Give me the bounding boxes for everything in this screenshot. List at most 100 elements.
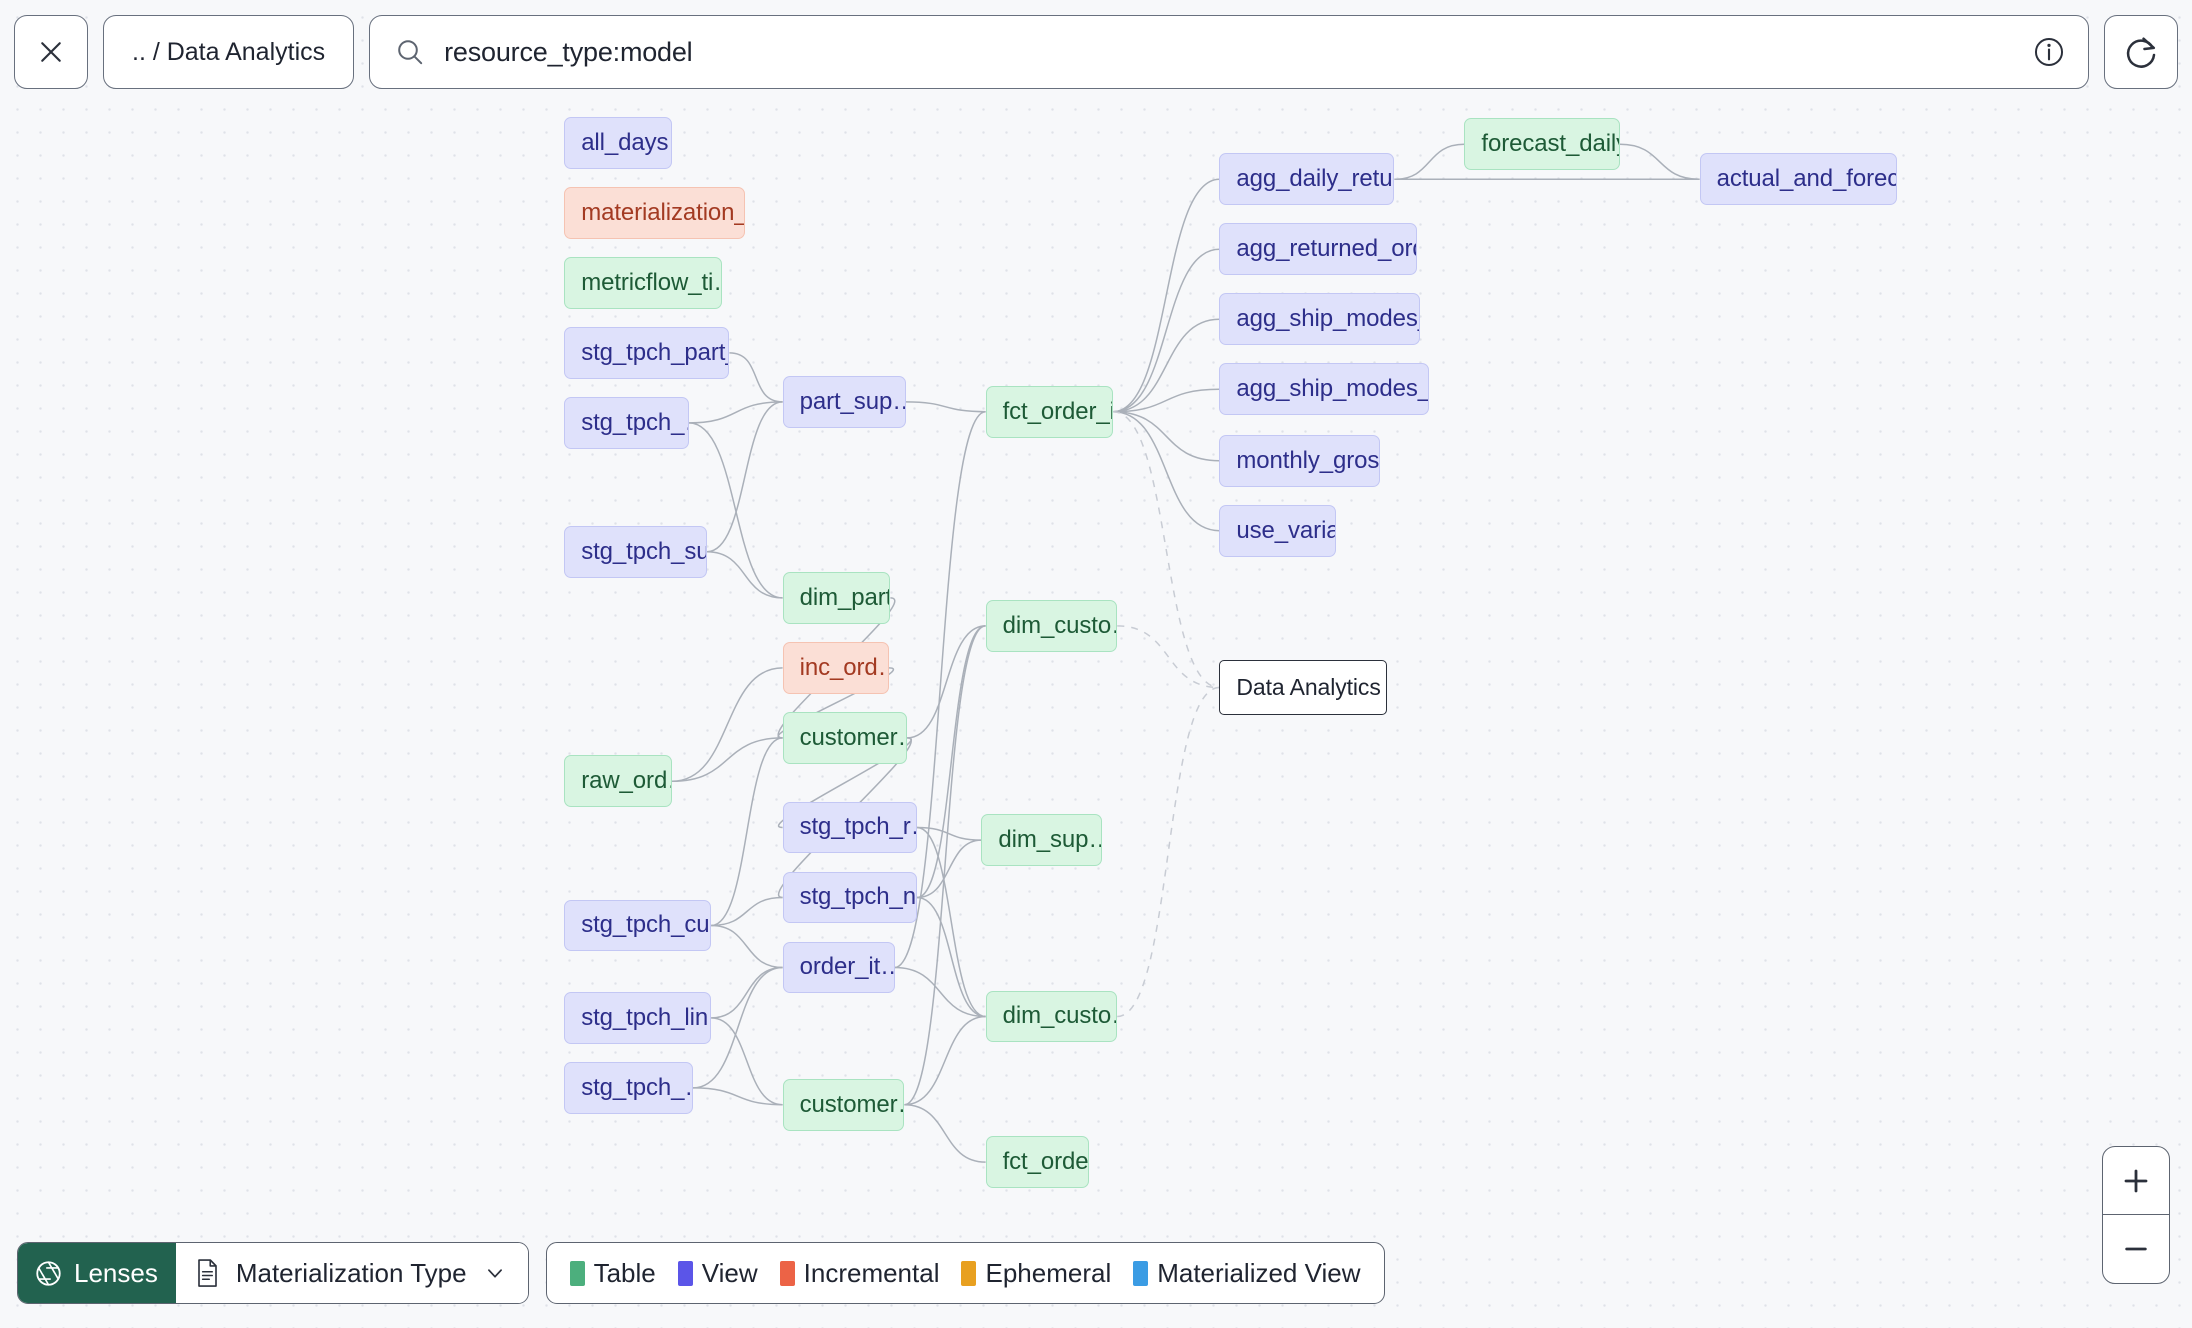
graph-edge: [907, 625, 986, 739]
zoom-out-button[interactable]: [2103, 1215, 2169, 1283]
graph-edge: [711, 924, 783, 969]
top-toolbar: .. / Data Analytics resource_type:model: [0, 0, 2192, 104]
graph-edge: [1112, 410, 1220, 462]
graph-edge: [729, 352, 783, 403]
graph-node[interactable]: fct_order_i…: [985, 385, 1113, 438]
search-input[interactable]: resource_type:model: [444, 37, 2014, 68]
graph-node[interactable]: stg_tpch_cu…: [564, 899, 712, 952]
graph-node[interactable]: dim_custo…: [985, 600, 1118, 652]
zoom-in-button[interactable]: [2103, 1147, 2169, 1215]
graph-node-label: materialization_i…: [581, 198, 744, 226]
graph-node[interactable]: agg_daily_retur…: [1219, 153, 1395, 206]
graph-node[interactable]: metricflow_ti…: [564, 257, 723, 309]
graph-edge: [894, 966, 986, 1018]
graph-node-label: use_varia…: [1236, 516, 1334, 544]
graph-node[interactable]: customer…: [782, 712, 908, 764]
breadcrumb[interactable]: .. / Data Analytics: [103, 15, 355, 89]
refresh-button[interactable]: [2104, 15, 2178, 89]
bottom-toolbar: Lenses Materialization Type Table View Inc…: [17, 1242, 1385, 1304]
legend-item: Table: [569, 1257, 656, 1289]
graph-node[interactable]: all_days: [564, 117, 672, 169]
graph-node[interactable]: materialization_i…: [564, 187, 745, 239]
graph-edge: [904, 1015, 986, 1106]
graph-edge: [706, 401, 783, 553]
lenses-button[interactable]: Lenses: [18, 1243, 176, 1303]
graph-node[interactable]: dim_parts: [782, 572, 891, 624]
lens-type-select[interactable]: Materialization Type: [175, 1243, 528, 1303]
graph-node-label: dim_sup…: [998, 826, 1102, 854]
info-icon[interactable]: [2032, 35, 2066, 69]
graph-node[interactable]: stg_tpch_su…: [564, 525, 707, 578]
graph-edge: [1117, 625, 1220, 689]
graph-node-label: metricflow_ti…: [581, 268, 723, 296]
graph-edge: [1112, 178, 1220, 413]
graph-edge: [1112, 318, 1220, 413]
graph-edge: [904, 1103, 986, 1163]
minus-icon: [2125, 1247, 2147, 1251]
graph-edge: [1117, 686, 1220, 1018]
graph-node-label: monthly_gross…: [1236, 446, 1380, 474]
graph-node-label: stg_tpch_r…: [799, 813, 916, 841]
graph-node-label: stg_tpch_n…: [799, 883, 917, 911]
graph-node[interactable]: stg_tpch_r…: [782, 801, 917, 854]
chevron-down-icon: [487, 1269, 502, 1278]
graph-node-label: fct_orders: [1002, 1148, 1089, 1176]
graph-node[interactable]: fct_orders: [985, 1136, 1090, 1188]
graph-edge: [671, 667, 783, 783]
graph-node-label: agg_ship_modes_ha…: [1236, 375, 1430, 403]
graph-node-label: Data Analytics | …: [1236, 673, 1386, 700]
graph-edge: [711, 896, 783, 927]
search-bar[interactable]: resource_type:model: [369, 15, 2089, 89]
graph-edge: [711, 1017, 783, 1106]
graph-node[interactable]: order_it…: [782, 941, 895, 994]
legend-item: Materialized View: [1133, 1258, 1361, 1289]
zoom-controls: [2102, 1146, 2170, 1284]
graph-node[interactable]: dim_custo…: [985, 990, 1118, 1043]
graph-canvas[interactable]: all_days materialization_i… metricflow_ti……: [0, 104, 2192, 1328]
graph-edge: [905, 401, 986, 413]
graph-node[interactable]: use_varia…: [1219, 504, 1336, 557]
graph-node[interactable]: agg_ship_modes_ha…: [1219, 363, 1430, 416]
graph-node[interactable]: actual_and_foreca…: [1699, 153, 1897, 206]
graph-node-label: part_sup…: [799, 387, 906, 415]
graph-edge: [706, 550, 783, 599]
graph-node-label: stg_tpch_part_…: [581, 338, 728, 366]
graph-edge: [1112, 410, 1220, 689]
graph-node[interactable]: agg_ship_modes_d…: [1219, 293, 1420, 346]
graph-edge: [916, 839, 982, 899]
graph-node-label: agg_ship_modes_d…: [1236, 305, 1418, 333]
graph-edge: [916, 896, 986, 1018]
legend-label: Table: [593, 1257, 656, 1288]
legend-swatch: [779, 1260, 795, 1286]
graph-node-label: order_it…: [799, 953, 895, 981]
graph-node[interactable]: stg_tpch_n…: [782, 871, 917, 924]
graph-node[interactable]: forecast_daily…: [1464, 118, 1620, 171]
graph-node[interactable]: raw_ord…: [564, 755, 672, 808]
graph-node[interactable]: Data Analytics | …: [1219, 660, 1388, 715]
graph-node[interactable]: part_sup…: [782, 376, 906, 428]
legend-label: Incremental: [803, 1257, 940, 1288]
graph-edge: [916, 625, 986, 899]
legend-item: Incremental: [779, 1257, 940, 1289]
graph-node[interactable]: stg_tpch_…: [564, 1062, 693, 1114]
graph-node-label: forecast_daily…: [1481, 130, 1618, 158]
graph-node-label: dim_custo…: [1002, 1002, 1117, 1030]
graph-node[interactable]: dim_sup…: [981, 814, 1102, 866]
graph-node[interactable]: customer…: [782, 1078, 905, 1131]
graph-node[interactable]: monthly_gross…: [1219, 434, 1381, 487]
graph-node[interactable]: stg_tpch_…: [564, 397, 689, 449]
refresh-icon: [2126, 37, 2156, 68]
graph-node-label: all_days: [581, 128, 669, 156]
graph-node[interactable]: stg_tpch_part_…: [564, 327, 730, 379]
graph-node-label: agg_returned_orde…: [1236, 235, 1415, 263]
graph-edge: [916, 826, 986, 1018]
graph-edge: [692, 1087, 783, 1106]
graph-node[interactable]: stg_tpch_lin…: [564, 992, 712, 1044]
close-button[interactable]: [14, 15, 88, 89]
graph-node-label: fct_order_i…: [1002, 397, 1112, 425]
legend-swatch: [569, 1260, 585, 1286]
graph-node[interactable]: agg_returned_orde…: [1219, 223, 1417, 276]
graph-edge: [688, 401, 783, 424]
graph-node[interactable]: inc_ord…: [782, 642, 889, 694]
close-icon: [41, 42, 61, 62]
